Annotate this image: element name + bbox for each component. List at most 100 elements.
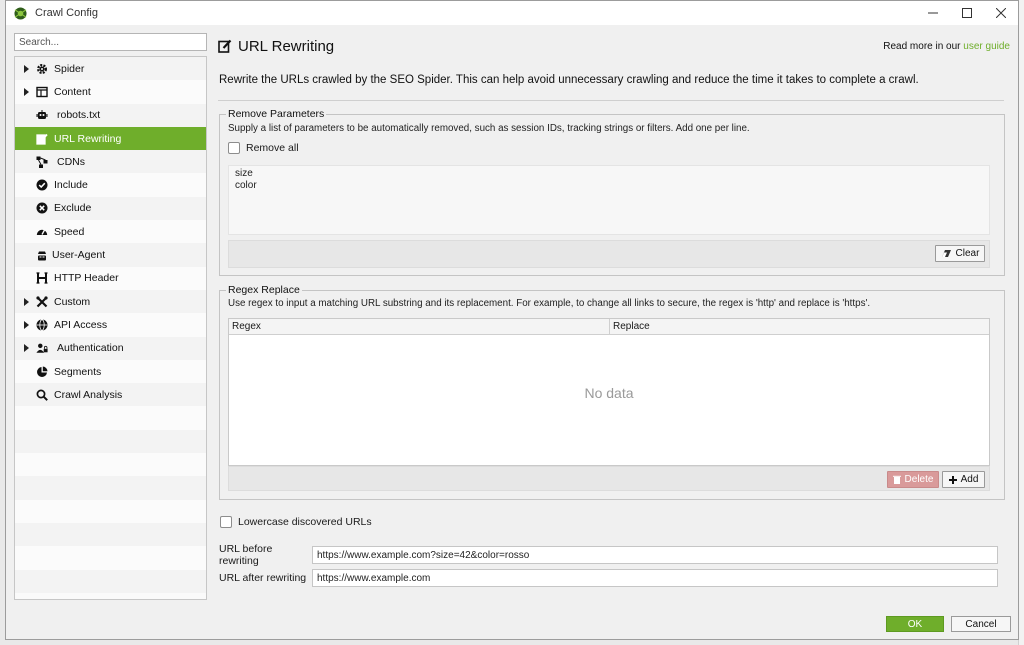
empty-row [15,499,206,523]
settings-sidebar: Spider Content robots.txt URL Rewriting … [14,33,207,600]
sidebar-item-label: User-Agent [52,249,106,262]
sidebar-item-cdns[interactable]: CDNs [15,150,206,174]
pie-icon [36,366,48,378]
gear-icon [36,63,48,75]
expand-arrow-icon[interactable] [24,320,29,329]
expand-arrow-icon[interactable] [24,64,29,73]
crawl-config-dialog: Crawl Config Spider Content [5,0,1019,640]
sidebar-item-authentication[interactable]: Authentication [15,336,206,360]
url-after-row: URL after rewriting [219,569,998,587]
empty-row [15,522,206,547]
empty-row [15,453,206,477]
sidebar-item-spider[interactable]: Spider [15,57,206,81]
minimize-button[interactable] [916,1,950,25]
close-button[interactable] [984,1,1018,25]
url-after-input[interactable] [312,569,998,587]
close-icon [996,8,1006,18]
sidebar-item-label: Content [54,85,91,98]
sidebar-item-label: robots.txt [57,109,101,122]
sidebar-item-user-agent[interactable]: User-Agent [15,243,206,267]
sidebar-item-label: Spider [54,62,85,75]
user-agent-icon [36,249,48,261]
tools-icon [36,296,48,308]
remove-all-label: Remove all [246,142,299,154]
expand-arrow-icon[interactable] [24,297,29,306]
remove-all-row[interactable]: Remove all [228,142,299,154]
sidebar-item-crawl-analysis[interactable]: Crawl Analysis [15,383,206,407]
globe-icon [36,319,48,331]
sidebar-item-label: CDNs [57,155,85,168]
lowercase-checkbox[interactable] [220,516,232,528]
app-spider-icon [14,6,27,20]
cdn-icon [36,156,48,168]
column-header-regex[interactable]: Regex [229,319,609,334]
x-circle-icon [36,202,48,214]
regex-table-header: Regex Replace [229,319,989,335]
remove-parameters-group: Remove Parameters Supply a list of param… [219,108,1005,276]
empty-row [15,546,206,570]
remove-parameters-help: Supply a list of parameters to be automa… [228,123,750,134]
regex-replace-help: Use regex to input a matching URL substr… [228,298,871,309]
regex-toolbar: Delete Add [228,466,990,491]
clear-button[interactable]: Clear [935,245,985,262]
maximize-icon [962,8,972,18]
sidebar-item-robots[interactable]: robots.txt [15,103,206,127]
empty-table-message: No data [584,385,634,401]
parameter-line: color [235,179,257,191]
sidebar-item-include[interactable]: Include [15,173,206,197]
speed-icon [36,226,48,238]
edit-icon [218,39,232,53]
remove-all-checkbox[interactable] [228,142,240,154]
empty-row [15,476,206,500]
sidebar-item-url-rewriting[interactable]: URL Rewriting [15,126,206,151]
url-before-row: URL before rewriting [219,543,998,567]
plus-icon [948,475,957,484]
sidebar-item-api-access[interactable]: API Access [15,313,206,337]
sidebar-item-segments[interactable]: Segments [15,359,206,384]
cancel-button[interactable]: Cancel [951,616,1011,632]
sidebar-item-label: Segments [54,365,102,378]
url-after-label: URL after rewriting [219,572,307,584]
trash-icon [892,475,901,484]
eraser-icon [941,250,951,257]
empty-row [15,406,206,430]
url-before-input[interactable] [312,546,998,564]
robot-icon [36,109,48,121]
expand-arrow-icon[interactable] [24,87,29,96]
lowercase-row[interactable]: Lowercase discovered URLs [220,516,372,528]
edit-icon [36,133,48,145]
sidebar-item-label: Include [54,179,88,192]
maximize-button[interactable] [950,1,984,25]
page-title: URL Rewriting [238,37,335,55]
sidebar-item-exclude[interactable]: Exclude [15,196,206,221]
header-icon [36,272,48,284]
search-input[interactable] [14,33,207,51]
column-header-replace[interactable]: Replace [609,319,989,334]
delete-button[interactable]: Delete [887,471,939,488]
sidebar-item-label: API Access [54,318,108,331]
sidebar-item-http-header[interactable]: HTTP Header [15,266,206,290]
lowercase-label: Lowercase discovered URLs [238,516,372,528]
regex-replace-legend: Regex Replace [226,284,302,296]
clear-label: Clear [955,248,980,259]
ok-button[interactable]: OK [886,616,944,632]
check-circle-icon [36,179,48,191]
sidebar-item-content[interactable]: Content [15,80,206,104]
sidebar-item-label: Speed [54,225,85,238]
add-button[interactable]: Add [942,471,985,488]
sidebar-item-label: Crawl Analysis [54,388,123,401]
parameters-textarea[interactable]: size color [228,165,990,235]
add-label: Add [960,474,979,485]
expand-arrow-icon[interactable] [24,344,29,353]
users-icon [36,342,48,354]
divider [218,100,1004,101]
settings-tree: Spider Content robots.txt URL Rewriting … [14,56,207,600]
sidebar-item-speed[interactable]: Speed [15,220,206,244]
user-guide-link[interactable]: user guide [963,41,1010,52]
empty-row [15,569,206,593]
sidebar-item-custom[interactable]: Custom [15,289,206,314]
regex-table[interactable]: Regex Replace No data [228,318,990,466]
window-title: Crawl Config [35,7,98,19]
sidebar-item-label: Authentication [57,342,124,355]
content-icon [36,86,48,98]
